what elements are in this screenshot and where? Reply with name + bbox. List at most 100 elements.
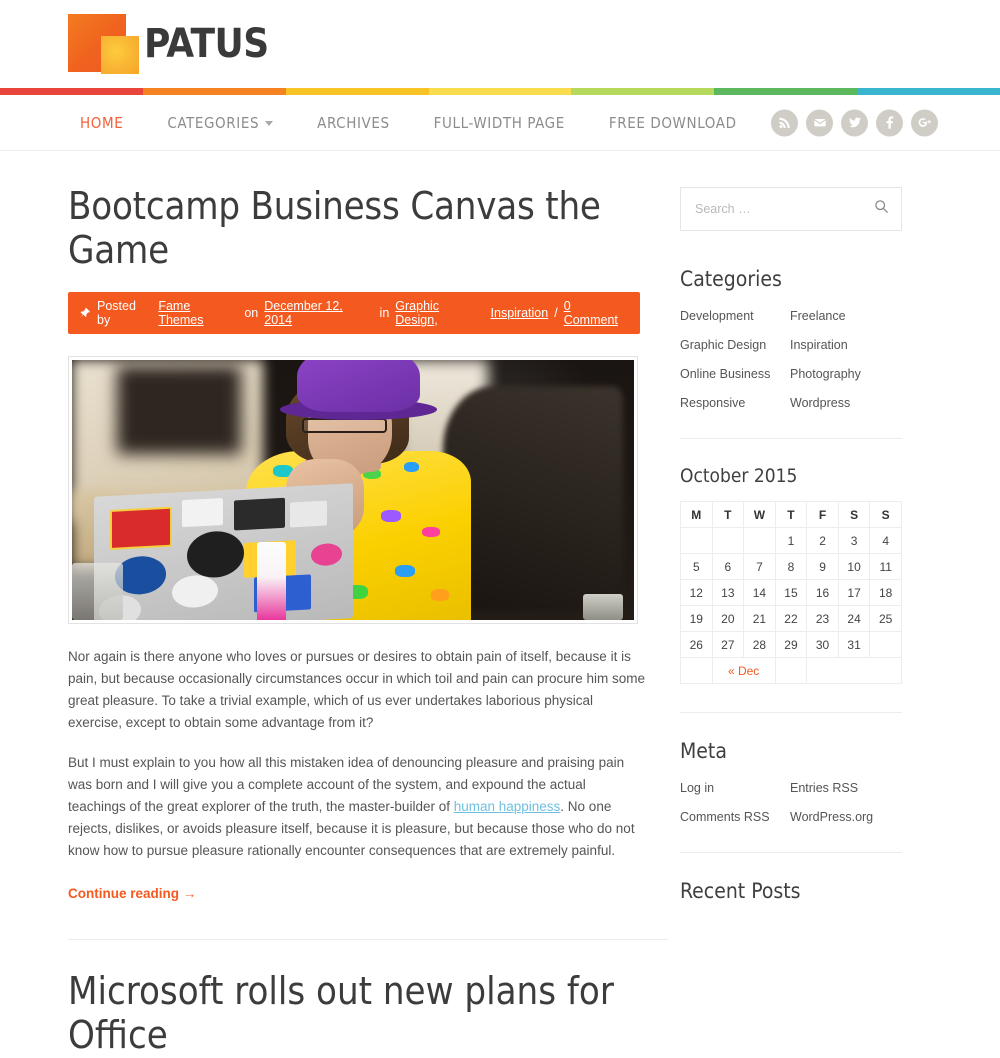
nav-item-categories[interactable]: CATEGORIES <box>145 114 295 132</box>
calendar-day-7[interactable]: 7 <box>743 553 776 580</box>
calendar-day-2[interactable]: 2 <box>806 527 839 554</box>
continue-reading-link[interactable]: Continue reading → <box>68 886 196 901</box>
nav-item-free-download[interactable]: FREE DOWNLOAD <box>587 114 759 132</box>
meta-on-label: on <box>244 306 259 321</box>
post-title-2[interactable]: Microsoft rolls out new plans for Office <box>68 969 640 1057</box>
calendar-day-24[interactable]: 24 <box>837 605 871 632</box>
category-link-graphic-design[interactable]: Graphic Design <box>680 338 790 352</box>
person-glasses <box>302 417 387 434</box>
calendar-day-14[interactable]: 14 <box>743 579 776 606</box>
meta-comments-link[interactable]: 0 Comment <box>564 299 628 327</box>
calendar-prev-link[interactable]: « Dec <box>728 664 759 678</box>
meta-category-group: Graphic Design, <box>395 299 484 327</box>
rainbow-segment-3 <box>285 88 429 95</box>
calendar-day-25[interactable]: 25 <box>869 605 902 632</box>
site-logo[interactable]: PATUS <box>68 14 269 74</box>
nav-item-archives[interactable]: ARCHIVES <box>295 114 412 132</box>
rainbow-segment-2 <box>142 88 286 95</box>
calendar-day-31[interactable]: 31 <box>837 631 871 658</box>
human-happiness-link[interactable]: human happiness <box>454 799 561 814</box>
calendar-day-11[interactable]: 11 <box>869 553 902 580</box>
category-link-inspiration[interactable]: Inspiration <box>790 338 932 352</box>
meta-link-wordpress-org[interactable]: WordPress.org <box>790 810 932 824</box>
meta-category-1-link[interactable]: Graphic Design <box>395 299 439 327</box>
calendar-day-19[interactable]: 19 <box>680 605 713 632</box>
rss-icon[interactable] <box>771 109 798 136</box>
search-icon[interactable] <box>874 199 889 219</box>
calendar-day-26[interactable]: 26 <box>680 631 713 658</box>
calendar-day-23[interactable]: 23 <box>806 605 839 632</box>
nav-item-label: HOME <box>80 113 124 132</box>
calendar-day-6[interactable]: 6 <box>711 553 745 580</box>
laptop-with-stickers <box>94 483 353 621</box>
person-purple-hat <box>296 360 421 413</box>
featured-image-scene <box>72 360 634 621</box>
calendar-day-28[interactable]: 28 <box>743 631 776 658</box>
calendar-day-15[interactable]: 15 <box>774 579 808 606</box>
calendar-day-13[interactable]: 13 <box>711 579 745 606</box>
facebook-icon[interactable] <box>876 109 903 136</box>
calendar-week-row: 26 27 28 29 30 31 <box>680 631 902 658</box>
categories-list: Development Freelance Graphic Design Inspir… <box>680 309 932 410</box>
calendar-day-empty <box>869 631 902 658</box>
calendar-day-21[interactable]: 21 <box>743 605 776 632</box>
calendar-weekday-6: S <box>837 501 871 528</box>
category-link-freelance[interactable]: Freelance <box>790 309 932 323</box>
calendar-day-20[interactable]: 20 <box>711 605 745 632</box>
calendar-day-3[interactable]: 3 <box>837 527 871 554</box>
post-title[interactable]: Bootcamp Business Canvas the Game <box>68 184 640 272</box>
meta-comma: , <box>434 313 438 328</box>
nav-item-label: FREE DOWNLOAD <box>608 113 737 132</box>
meta-link-entries-rss[interactable]: Entries RSS <box>790 781 932 795</box>
category-link-online-business[interactable]: Online Business <box>680 367 790 381</box>
calendar-day-18[interactable]: 18 <box>869 579 902 606</box>
meta-list: Log in Entries RSS Comments RSS WordPress.o… <box>680 781 932 824</box>
meta-link-log-in[interactable]: Log in <box>680 781 790 795</box>
calendar-weekday-7: S <box>869 501 902 528</box>
calendar-weekday-5: F <box>806 501 839 528</box>
meta-widget: Meta Log in Entries RSS Comments RSS WordPr… <box>680 739 932 824</box>
calendar-day-4[interactable]: 4 <box>869 527 902 554</box>
calendar-day-8[interactable]: 8 <box>774 553 808 580</box>
logo-square-yellow <box>101 36 139 74</box>
category-link-wordpress[interactable]: Wordpress <box>790 396 932 410</box>
search-input[interactable] <box>693 201 874 217</box>
meta-date-link[interactable]: December 12, 2014 <box>264 299 373 327</box>
calendar-weekday-2: T <box>711 501 745 528</box>
category-link-development[interactable]: Development <box>680 309 790 323</box>
search-widget[interactable] <box>680 187 902 231</box>
calendar-day-30[interactable]: 30 <box>806 631 839 658</box>
calendar-day-empty <box>711 527 745 554</box>
calendar-day-empty <box>743 527 776 554</box>
calendar-day-22[interactable]: 22 <box>774 605 808 632</box>
meta-link-comments-rss[interactable]: Comments RSS <box>680 810 790 824</box>
calendar-day-9[interactable]: 9 <box>806 553 839 580</box>
calendar-week-row: 5 6 7 8 9 10 11 <box>680 553 902 580</box>
nav-item-home[interactable]: HOME <box>58 114 145 132</box>
calendar-day-17[interactable]: 17 <box>837 579 871 606</box>
nav-item-full-width-page[interactable]: FULL-WIDTH PAGE <box>412 114 587 132</box>
calendar-day-27[interactable]: 27 <box>711 631 745 658</box>
calendar-day-29[interactable]: 29 <box>774 631 808 658</box>
calendar-day-1[interactable]: 1 <box>774 527 808 554</box>
calendar-day-5[interactable]: 5 <box>680 553 713 580</box>
meta-posted-by-label: Posted by <box>97 299 136 328</box>
calendar-week-row: 1234 <box>680 527 902 554</box>
calendar-prev-cell[interactable]: « Dec <box>711 657 776 684</box>
email-icon[interactable] <box>806 109 833 136</box>
category-link-responsive[interactable]: Responsive <box>680 396 790 410</box>
calendar-day-12[interactable]: 12 <box>680 579 713 606</box>
calendar-weekday-row: MTWTFSS <box>680 501 902 528</box>
scene-glass <box>72 563 123 621</box>
post-divider <box>68 939 668 941</box>
meta-category-2-link[interactable]: Inspiration <box>491 306 549 320</box>
meta-author-link[interactable]: Fame Themes <box>158 299 238 327</box>
category-link-photography[interactable]: Photography <box>790 367 932 381</box>
featured-image[interactable] <box>68 356 638 625</box>
twitter-icon[interactable] <box>841 109 868 136</box>
google-plus-icon[interactable] <box>911 109 938 136</box>
main-navigation: HOME CATEGORIES ARCHIVES FULL-WIDTH PAGE FRE… <box>0 95 1000 151</box>
calendar-day-10[interactable]: 10 <box>837 553 871 580</box>
calendar-day-16[interactable]: 16 <box>806 579 839 606</box>
scene-pink-bottle <box>257 542 286 621</box>
